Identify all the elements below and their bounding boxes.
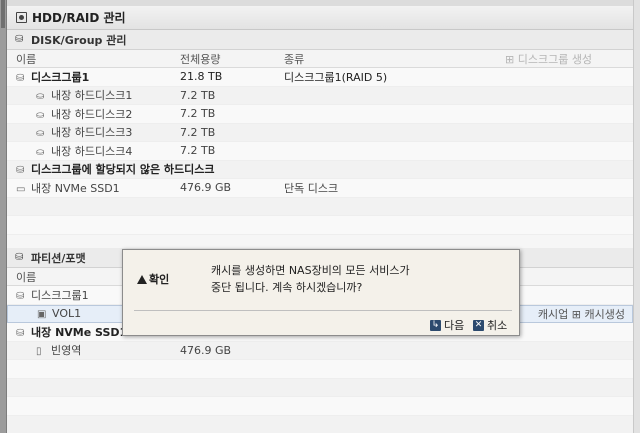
empty-row bbox=[7, 360, 633, 379]
col-name: 이름 bbox=[16, 270, 37, 284]
create-disk-group-button[interactable]: ⊞ 디스크그룹 생성 bbox=[505, 51, 592, 67]
dialog-separator bbox=[134, 310, 512, 311]
plus-icon: ⊞ bbox=[571, 307, 582, 321]
col-capacity: 전체용량 bbox=[180, 52, 221, 66]
table-row[interactable]: ⛀ 내장 하드디스크4 7.2 TB bbox=[7, 142, 633, 161]
next-button[interactable]: ↳ 다음 bbox=[430, 317, 464, 333]
disk-group-header: ⛁ DISK/Group 관리 bbox=[7, 30, 633, 50]
cache-up-button[interactable]: 캐시업 bbox=[538, 308, 568, 321]
partition-icon: ⛁ bbox=[15, 252, 24, 263]
cancel-button[interactable]: ✕ 취소 bbox=[473, 317, 507, 333]
disk-group-icon: ⛁ bbox=[15, 34, 24, 45]
panel-title-bar: HDD/RAID 관리 bbox=[7, 6, 633, 30]
table-row[interactable]: ⛀ 내장 하드디스크1 7.2 TB bbox=[7, 86, 633, 105]
table-row[interactable]: ▭ 내장 NVMe SSD1 476.9 GB 단독 디스크 bbox=[7, 179, 633, 198]
close-icon: ✕ bbox=[473, 319, 484, 331]
dialog-message: 캐시를 생성하면 NAS장비의 모든 서비스가 중단 됩니다. 계속 하시겠습니… bbox=[211, 264, 410, 294]
confirm-dialog: 확인 캐시를 생성하면 NAS장비의 모든 서비스가 중단 됩니다. 계속 하시… bbox=[122, 249, 520, 336]
empty-row bbox=[7, 378, 633, 397]
table-row[interactable]: ⛀ 내장 하드디스크2 7.2 TB bbox=[7, 105, 633, 124]
ssd-icon: ▭ bbox=[16, 183, 26, 195]
disk-group-icon: ⛁ bbox=[16, 165, 25, 177]
hard-disk-icon: ⛀ bbox=[36, 128, 45, 140]
hard-disk-icon: ⛀ bbox=[36, 146, 45, 158]
create-cache-button[interactable]: 캐시생성 bbox=[585, 308, 625, 321]
volume-icon: ▣ bbox=[37, 309, 47, 321]
table-row[interactable]: ⛁ 디스크그룹에 할당되지 않은 하드디스크 bbox=[7, 160, 633, 179]
col-name: 이름 bbox=[16, 52, 37, 66]
disk-group-column-header: 이름 전체용량 종류 ⊞ 디스크그룹 생성 bbox=[7, 50, 633, 68]
disk-group-icon: ⛁ bbox=[16, 290, 25, 302]
empty-area-icon: ▯ bbox=[36, 346, 42, 358]
table-row[interactable]: ⛀ 내장 하드디스크3 7.2 TB bbox=[7, 123, 633, 142]
right-scrollbar[interactable] bbox=[633, 0, 640, 433]
empty-row bbox=[7, 397, 633, 416]
hdd-icon bbox=[16, 12, 27, 23]
dialog-title: 확인 bbox=[137, 271, 169, 287]
partition-title: 파티션/포맷 bbox=[31, 251, 86, 265]
table-row[interactable]: ⛁ 디스크그룹1 21.8 TB 디스크그룹1(RAID 5) bbox=[7, 68, 633, 87]
empty-row bbox=[7, 197, 633, 216]
left-scrollbar[interactable] bbox=[0, 0, 7, 433]
table-row[interactable]: ▯ 빈영역 476.9 GB bbox=[7, 341, 633, 360]
empty-row bbox=[7, 415, 633, 433]
empty-row bbox=[7, 216, 633, 235]
volume-actions: 캐시업 ⊞ 캐시생성 bbox=[538, 306, 625, 322]
panel-title: HDD/RAID 관리 bbox=[32, 11, 126, 25]
hard-disk-icon: ⛀ bbox=[36, 91, 45, 103]
next-icon: ↳ bbox=[430, 319, 441, 331]
hard-disk-icon: ⛀ bbox=[36, 109, 45, 121]
warning-icon bbox=[137, 274, 147, 284]
col-type: 종류 bbox=[284, 52, 305, 66]
plus-disk-icon: ⊞ bbox=[505, 52, 518, 66]
main-content: HDD/RAID 관리 ⛁ DISK/Group 관리 이름 전체용량 종류 ⊞… bbox=[7, 0, 633, 433]
left-scrollbar-thumb[interactable] bbox=[1, 0, 5, 28]
ssd-icon: ⛁ bbox=[16, 327, 25, 339]
disk-group-title: DISK/Group 관리 bbox=[31, 33, 127, 47]
disk-group-icon: ⛁ bbox=[16, 72, 25, 84]
